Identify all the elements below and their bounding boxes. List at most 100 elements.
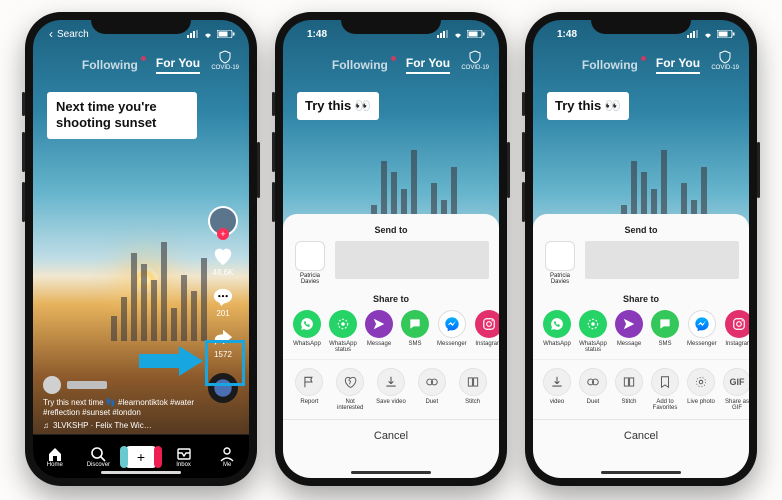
nav-inbox[interactable]: Inbox: [166, 446, 202, 468]
tutorial-arrow: [139, 344, 203, 383]
action-save-video[interactable]: Save video: [375, 368, 408, 411]
caption-bubble: Next time you're shooting sunset: [47, 92, 197, 139]
action-live-photo[interactable]: Live photo: [687, 368, 715, 411]
status-bar: 1:48: [533, 20, 749, 48]
cancel-button[interactable]: Cancel: [283, 419, 499, 452]
sound-row[interactable]: ♫3LVKSHP · Felix The Wic…: [43, 421, 197, 432]
share-to-heading: Share to: [533, 291, 749, 310]
search-icon: [90, 446, 106, 462]
like-count: 48,6K: [212, 268, 234, 277]
share-sheet: Send to Patricia Davies Share to WhatsAp…: [283, 214, 499, 478]
phone-1: ‹ Search Following For You COVID-19 Next …: [25, 12, 257, 486]
comment-count: 201: [212, 309, 234, 318]
action-video[interactable]: video: [543, 368, 571, 411]
send-to-heading: Send to: [533, 222, 749, 241]
action-not-interested[interactable]: Not interested: [334, 368, 367, 411]
share-app-whatsapp-status[interactable]: WhatsApp status: [579, 310, 607, 353]
contact-item[interactable]: Patricia Davies: [543, 241, 577, 285]
covid-badge[interactable]: COVID-19: [711, 50, 739, 71]
blur-placeholder: [335, 241, 489, 279]
home-indicator[interactable]: [101, 471, 181, 474]
action-share-as-gif[interactable]: GIFShare as GIF: [723, 368, 749, 411]
shield-icon: [718, 50, 732, 64]
share-icon: [212, 328, 234, 348]
wifi-icon: [702, 30, 714, 38]
caption-bubble: Try this 👀: [297, 92, 379, 120]
right-action-rail: + 48,6K 201 1572: [205, 206, 241, 403]
cancel-button[interactable]: Cancel: [533, 419, 749, 452]
battery-icon: [717, 30, 735, 38]
share-app-sms[interactable]: SMS: [651, 310, 679, 353]
follow-plus-icon[interactable]: +: [217, 228, 229, 240]
blur-placeholder: [585, 241, 739, 279]
share-app-whatsapp[interactable]: WhatsApp: [543, 310, 571, 353]
video-meta: Try this next time 👣 #learnontiktok #wat…: [43, 376, 197, 432]
tab-for-you[interactable]: For You: [656, 56, 700, 74]
action-duet[interactable]: Duet: [415, 368, 448, 411]
share-app-sms[interactable]: SMS: [401, 310, 429, 353]
action-stitch[interactable]: Stitch: [615, 368, 643, 411]
phone-2: 1:48 Following For You COVID-19 Try this…: [275, 12, 507, 486]
status-bar: 1:48: [283, 20, 499, 48]
username[interactable]: [67, 381, 107, 389]
tab-following[interactable]: Following: [582, 58, 638, 72]
user-avatar-small[interactable]: [43, 376, 61, 394]
back-label[interactable]: Search: [57, 29, 89, 40]
actions-row[interactable]: video Duet Stitch Add to Favorites Live phot…: [533, 359, 749, 417]
share-apps-row[interactable]: WhatsApp WhatsApp status Message SMS Messeng…: [283, 310, 499, 359]
share-app-whatsapp-status[interactable]: WhatsApp status: [329, 310, 357, 353]
plus-icon: +: [137, 449, 145, 465]
share-app-whatsapp[interactable]: WhatsApp: [293, 310, 321, 353]
nav-discover[interactable]: Discover: [80, 446, 116, 468]
person-icon: [219, 446, 235, 462]
tab-following[interactable]: Following: [82, 58, 138, 72]
nav-me[interactable]: Me: [209, 446, 245, 468]
share-app-instagram[interactable]: Instagram: [725, 310, 749, 353]
notification-dot-icon: [641, 56, 646, 61]
share-app-messenger[interactable]: Messenger: [687, 310, 717, 353]
covid-badge[interactable]: COVID-19: [461, 50, 489, 71]
wifi-icon: [202, 30, 214, 38]
signal-icon: [187, 30, 199, 38]
contacts-row[interactable]: Patricia Davies: [283, 241, 499, 291]
battery-icon: [467, 30, 485, 38]
nav-home[interactable]: Home: [37, 446, 73, 468]
notification-dot-icon: [391, 56, 396, 61]
sound-disc[interactable]: [208, 373, 238, 403]
shield-icon: [218, 50, 232, 64]
action-add-to-favorites[interactable]: Add to Favorites: [651, 368, 679, 411]
share-app-instagram[interactable]: Instagram: [475, 310, 499, 353]
music-note-icon: ♫: [43, 421, 49, 432]
nav-create[interactable]: +: [124, 446, 158, 468]
caption-text[interactable]: Try this next time 👣 #learnontiktok #wat…: [43, 398, 197, 420]
home-icon: [47, 446, 63, 462]
share-count: 1572: [212, 350, 234, 359]
share-button[interactable]: 1572: [212, 328, 234, 359]
action-stitch[interactable]: Stitch: [456, 368, 489, 411]
signal-icon: [437, 30, 449, 38]
share-app-message[interactable]: Message: [365, 310, 393, 353]
screen-2: 1:48 Following For You COVID-19 Try this…: [283, 20, 499, 478]
actions-row[interactable]: ReportNot interestedSave videoDuetStitch: [283, 359, 499, 417]
tab-following[interactable]: Following: [332, 58, 388, 72]
tab-for-you[interactable]: For You: [406, 56, 450, 74]
home-indicator[interactable]: [351, 471, 431, 474]
action-duet[interactable]: Duet: [579, 368, 607, 411]
contact-item[interactable]: Patricia Davies: [293, 241, 327, 285]
like-button[interactable]: 48,6K: [212, 246, 234, 277]
action-report[interactable]: Report: [293, 368, 326, 411]
share-apps-row[interactable]: WhatsApp WhatsApp status Message SMS Messeng…: [533, 310, 749, 359]
back-chevron-icon[interactable]: ‹: [49, 27, 53, 41]
share-to-heading: Share to: [283, 291, 499, 310]
comment-icon: [212, 287, 234, 307]
phone-3: 1:48 Following For You COVID-19 Try this…: [525, 12, 757, 486]
contacts-row[interactable]: Patricia Davies: [533, 241, 749, 291]
author-avatar[interactable]: +: [208, 206, 238, 236]
home-indicator[interactable]: [601, 471, 681, 474]
covid-badge[interactable]: COVID-19: [211, 50, 239, 71]
shield-icon: [468, 50, 482, 64]
share-app-messenger[interactable]: Messenger: [437, 310, 467, 353]
tab-for-you[interactable]: For You: [156, 56, 200, 74]
share-app-message[interactable]: Message: [615, 310, 643, 353]
comment-button[interactable]: 201: [212, 287, 234, 318]
